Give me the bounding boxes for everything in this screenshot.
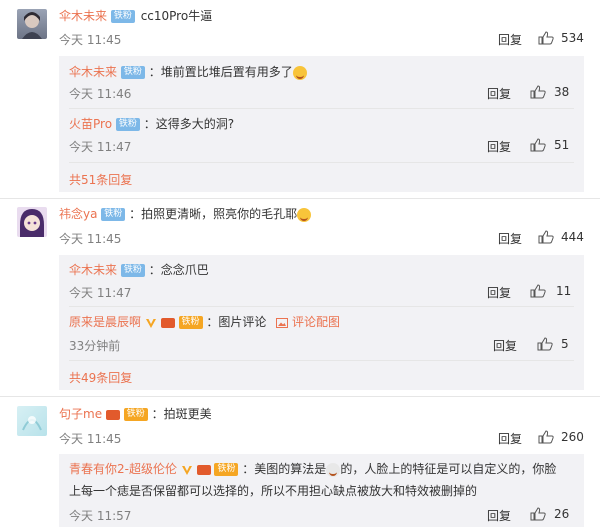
fan-badge: 铁粉	[110, 10, 135, 23]
reply-time: 今天 11:47	[69, 286, 132, 300]
reply-button[interactable]: 回复	[487, 507, 511, 524]
divider	[69, 360, 574, 361]
like-thumb-icon[interactable]	[538, 31, 554, 45]
reply-button[interactable]: 回复	[493, 337, 517, 354]
fan-badge: 铁粉	[101, 208, 126, 221]
reply-button[interactable]: 回复	[487, 284, 511, 301]
divider	[69, 108, 574, 109]
reply-button[interactable]: 回复	[498, 230, 522, 247]
fan-badge: 铁粉	[214, 463, 239, 476]
fan-badge: 铁粉	[120, 264, 145, 277]
avatar-image	[20, 209, 44, 237]
like-count: 26	[554, 507, 570, 521]
comment-image-link[interactable]: 评论配图	[292, 315, 340, 329]
reply-username[interactable]: 伞木未来	[69, 263, 117, 277]
avatar-image	[22, 12, 42, 39]
reply-username[interactable]: 青春有你2-超级伦伦	[69, 462, 177, 476]
fan-level-icon	[105, 409, 120, 420]
like-count: 260	[561, 430, 584, 444]
username[interactable]: 祎念ya	[59, 207, 97, 221]
avatar[interactable]	[17, 9, 47, 39]
like-thumb-icon[interactable]	[538, 430, 554, 444]
comment-text: ：拍斑更美	[151, 407, 212, 421]
reply-text: ：美图的算法是	[242, 462, 327, 476]
avatar-image	[22, 416, 42, 431]
comment-divider	[0, 198, 600, 199]
reply-text: ：这得多大的洞?	[143, 117, 235, 131]
fan-badge: 铁粉	[178, 316, 203, 329]
avatar[interactable]	[17, 406, 47, 436]
reply-text-continued: 的，人脸上的特征是可以自定义的，你脸	[340, 462, 557, 476]
reply-time: 今天 11:57	[69, 509, 132, 523]
fan-badge: 铁粉	[120, 66, 145, 79]
fan-badge: 铁粉	[115, 118, 140, 131]
like-count: 5	[561, 337, 569, 351]
reply-button[interactable]: 回复	[487, 85, 511, 102]
reply-text: ：图片评论	[206, 315, 267, 329]
like-thumb-icon[interactable]	[530, 138, 546, 152]
username[interactable]: 句子me	[59, 407, 102, 421]
reply-time: 今天 11:46	[69, 87, 132, 101]
comment-text: ：拍照更清晰，照亮你的毛孔耶	[129, 207, 298, 221]
reply-username[interactable]: 火苗Pro	[69, 117, 112, 131]
like-thumb-icon[interactable]	[530, 85, 546, 99]
reply-text: ：念念爪巴	[148, 263, 209, 277]
reply-text: ：堆前置比堆后置有用多了	[148, 65, 293, 79]
verified-v-icon	[145, 318, 156, 328]
like-count: 534	[561, 31, 584, 45]
divider	[69, 162, 574, 163]
fan-level-icon	[196, 464, 211, 475]
reply-button[interactable]: 回复	[498, 430, 522, 447]
fan-level-icon	[160, 317, 175, 328]
like-count: 51	[554, 138, 570, 152]
comment-time: 今天 11:45	[59, 232, 122, 246]
surprised-emoji-icon	[297, 207, 312, 222]
verified-v-icon	[181, 465, 192, 475]
divider	[69, 306, 574, 307]
comment-time: 今天 11:45	[59, 33, 122, 47]
comment-divider	[0, 396, 600, 397]
comment-text: cc10Pro牛逼	[140, 9, 213, 23]
more-replies-link[interactable]: 共51条回复	[69, 171, 132, 188]
more-replies-link[interactable]: 共49条回复	[69, 369, 132, 386]
like-thumb-icon[interactable]	[530, 284, 546, 298]
cat-emoji-icon	[326, 462, 341, 477]
comment-time: 今天 11:45	[59, 432, 122, 446]
reply-time: 33分钟前	[69, 339, 121, 353]
avatar[interactable]	[17, 207, 47, 237]
image-icon	[276, 317, 289, 328]
reply-button[interactable]: 回复	[487, 138, 511, 155]
reply-username[interactable]: 原来是晨辰啊	[69, 315, 141, 329]
reply-username[interactable]: 伞木未来	[69, 65, 117, 79]
like-count: 11	[556, 284, 572, 298]
like-thumb-icon[interactable]	[538, 230, 554, 244]
like-thumb-icon[interactable]	[530, 507, 546, 521]
like-thumb-icon[interactable]	[537, 337, 553, 351]
like-count: 444	[561, 230, 584, 244]
reply-text-line2: 上每一个痣是否保留都可以选择的，所以不用担心缺点被放大和特效被删掉的	[69, 484, 478, 498]
fan-badge: 铁粉	[123, 408, 148, 421]
username[interactable]: 伞木未来	[59, 9, 107, 23]
reply-time: 今天 11:47	[69, 140, 132, 154]
like-count: 38	[554, 85, 570, 99]
grin-emoji-icon	[292, 65, 307, 80]
reply-button[interactable]: 回复	[498, 31, 522, 48]
